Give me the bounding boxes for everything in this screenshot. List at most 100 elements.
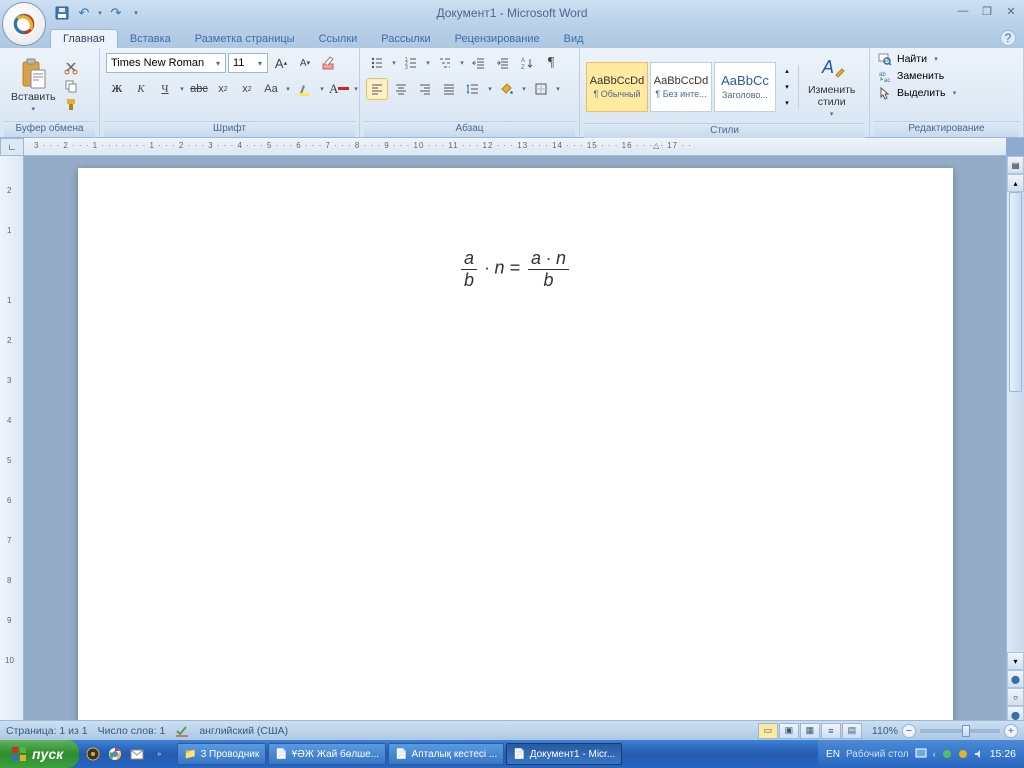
borders-button[interactable] bbox=[530, 78, 552, 100]
tray-language[interactable]: EN bbox=[826, 749, 840, 760]
redo-button[interactable]: ↷ bbox=[106, 3, 126, 23]
styles-row-up[interactable]: ▴ bbox=[780, 63, 794, 79]
scroll-down-button[interactable]: ▾ bbox=[1007, 652, 1024, 670]
ruler-toggle[interactable]: ▤ bbox=[1007, 156, 1024, 174]
page[interactable]: ab ∙ n = a ∙ nb bbox=[78, 168, 953, 724]
sort-button[interactable]: AZ bbox=[516, 52, 538, 74]
taskbar-item[interactable]: 📄Документ1 - Micr... bbox=[506, 743, 622, 765]
vertical-scrollbar[interactable]: ▤ ▴ ▾ ⬤ ○ ⬤ bbox=[1006, 156, 1024, 724]
paste-dropdown[interactable]: ▾ bbox=[29, 105, 37, 113]
numbering-button[interactable]: 123 bbox=[400, 52, 422, 74]
undo-button[interactable]: ↶ bbox=[74, 3, 94, 23]
line-spacing-button[interactable] bbox=[462, 78, 484, 100]
close-button[interactable]: ✕ bbox=[1002, 3, 1020, 19]
status-page[interactable]: Страница: 1 из 1 bbox=[6, 725, 88, 737]
view-full-screen[interactable]: ▣ bbox=[779, 723, 799, 739]
styles-more[interactable]: ▾ bbox=[780, 95, 794, 111]
subscript-button[interactable]: x2 bbox=[212, 78, 234, 100]
zoom-slider[interactable] bbox=[920, 729, 1000, 733]
view-outline[interactable]: ≡ bbox=[821, 723, 841, 739]
underline-button[interactable]: Ч bbox=[154, 78, 176, 100]
style-item[interactable]: AaBbCcDd¶ Обычный bbox=[586, 62, 648, 112]
taskbar-item[interactable]: 📄Апталық кестесі ... bbox=[388, 743, 504, 765]
grow-font-button[interactable]: A▴ bbox=[270, 52, 292, 74]
cut-button[interactable] bbox=[63, 60, 79, 76]
undo-dropdown[interactable]: ▾ bbox=[96, 9, 104, 17]
restore-button[interactable]: ❐ bbox=[978, 3, 996, 19]
start-button[interactable]: пуск bbox=[0, 740, 79, 768]
decrease-indent-button[interactable] bbox=[468, 52, 490, 74]
shading-button[interactable] bbox=[496, 78, 518, 100]
styles-row-down[interactable]: ▾ bbox=[780, 79, 794, 95]
tab-review[interactable]: Рецензирование bbox=[443, 30, 552, 48]
taskbar-item[interactable]: 📄ҰӘЖ Жай бөлше... bbox=[268, 743, 386, 765]
tray-more[interactable]: ‹ bbox=[933, 749, 936, 759]
zoom-value[interactable]: 110% bbox=[872, 725, 898, 737]
italic-button[interactable]: К bbox=[130, 78, 152, 100]
format-painter-button[interactable] bbox=[63, 96, 79, 112]
align-right-button[interactable] bbox=[414, 78, 436, 100]
paste-button[interactable]: Вставить ▾ bbox=[6, 55, 61, 117]
tab-home[interactable]: Главная bbox=[50, 29, 118, 48]
bold-button[interactable]: Ж bbox=[106, 78, 128, 100]
save-button[interactable] bbox=[52, 3, 72, 23]
superscript-button[interactable]: x2 bbox=[236, 78, 258, 100]
copy-button[interactable] bbox=[63, 78, 79, 94]
strikethrough-button[interactable]: abc bbox=[188, 78, 210, 100]
align-left-button[interactable] bbox=[366, 78, 388, 100]
view-draft[interactable]: ▤ bbox=[842, 723, 862, 739]
style-gallery[interactable]: AaBbCcDd¶ ОбычныйAaBbCcDd¶ Без инте...Aa… bbox=[586, 62, 776, 112]
align-center-button[interactable] bbox=[390, 78, 412, 100]
ql-more[interactable]: » bbox=[149, 744, 169, 764]
status-language[interactable]: английский (США) bbox=[199, 725, 288, 737]
ql-icon[interactable] bbox=[83, 744, 103, 764]
tray-icon[interactable] bbox=[942, 749, 952, 759]
select-button[interactable]: Выделить▾ bbox=[878, 86, 958, 100]
minimize-button[interactable]: — bbox=[954, 3, 972, 19]
tab-selector[interactable]: ∟ bbox=[0, 138, 24, 156]
font-size-input[interactable] bbox=[229, 57, 253, 69]
qat-customize-dropdown[interactable]: ▾ bbox=[132, 9, 140, 17]
font-name-combo[interactable]: ▾ bbox=[106, 53, 226, 73]
zoom-thumb[interactable] bbox=[962, 725, 970, 737]
prev-page-button[interactable]: ⬤ bbox=[1007, 670, 1024, 688]
equation[interactable]: ab ∙ n = a ∙ nb bbox=[158, 248, 873, 291]
increase-indent-button[interactable] bbox=[492, 52, 514, 74]
find-button[interactable]: Найти▾ bbox=[878, 52, 940, 66]
tab-view[interactable]: Вид bbox=[552, 30, 596, 48]
bullets-button[interactable] bbox=[366, 52, 388, 74]
tray-volume-icon[interactable] bbox=[974, 749, 984, 759]
view-web-layout[interactable]: ▦ bbox=[800, 723, 820, 739]
shrink-font-button[interactable]: A▾ bbox=[294, 52, 316, 74]
multilevel-list-button[interactable] bbox=[434, 52, 456, 74]
zoom-out-button[interactable]: − bbox=[902, 724, 916, 738]
show-marks-button[interactable]: ¶ bbox=[540, 52, 562, 74]
highlight-button[interactable] bbox=[294, 78, 316, 100]
tray-clock[interactable]: 15:26 bbox=[990, 748, 1016, 760]
tray-desktop[interactable]: Рабочий стол bbox=[846, 749, 909, 760]
style-item[interactable]: AaBbCcЗаголово... bbox=[714, 62, 776, 112]
scroll-thumb[interactable] bbox=[1009, 192, 1022, 392]
vertical-ruler[interactable]: 2 1 1 2 3 4 5 6 7 8 9 10 bbox=[0, 156, 24, 724]
font-size-combo[interactable]: ▾ bbox=[228, 53, 268, 73]
office-button[interactable] bbox=[2, 2, 46, 46]
ql-chrome-icon[interactable] bbox=[105, 744, 125, 764]
document-area[interactable]: ab ∙ n = a ∙ nb bbox=[24, 156, 1006, 724]
horizontal-ruler[interactable]: 3 · · · 2 · · · 1 · · · · · · · 1 · · · … bbox=[24, 138, 1006, 156]
tab-references[interactable]: Ссылки bbox=[307, 30, 370, 48]
font-name-input[interactable] bbox=[107, 57, 211, 69]
tray-icon2[interactable] bbox=[958, 749, 968, 759]
view-print-layout[interactable]: ▭ bbox=[758, 723, 778, 739]
justify-button[interactable] bbox=[438, 78, 460, 100]
zoom-in-button[interactable]: + bbox=[1004, 724, 1018, 738]
help-button[interactable]: ? bbox=[1000, 30, 1016, 46]
change-case-button[interactable]: Aa bbox=[260, 78, 282, 100]
taskbar-item[interactable]: 📁3 Проводник bbox=[177, 743, 266, 765]
tab-mailings[interactable]: Рассылки bbox=[369, 30, 442, 48]
clear-formatting-button[interactable] bbox=[318, 52, 340, 74]
replace-button[interactable]: abacЗаменить bbox=[878, 69, 944, 83]
tray-show-desktop-icon[interactable] bbox=[915, 748, 927, 760]
status-proofing-icon[interactable] bbox=[175, 724, 189, 738]
ql-mail-icon[interactable] bbox=[127, 744, 147, 764]
browse-object-button[interactable]: ○ bbox=[1007, 688, 1024, 706]
